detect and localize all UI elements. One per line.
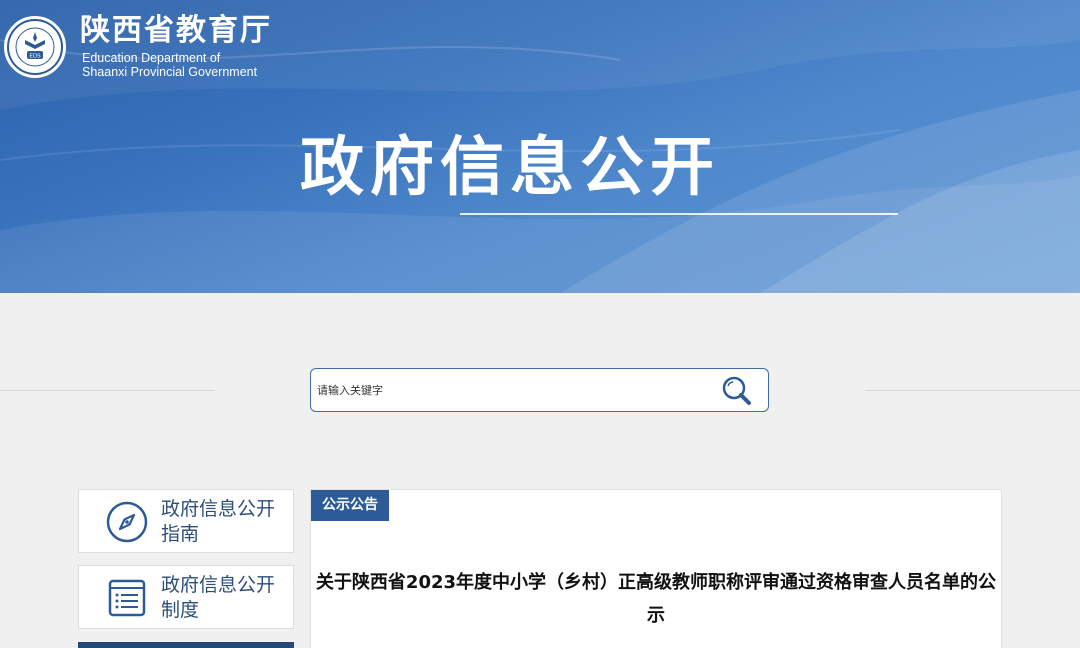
compass-icon [106, 501, 148, 543]
logo-chinese-name: 陕西省教育厅 [80, 13, 272, 48]
page-title: 政府信息公开 [300, 131, 720, 205]
sidebar-item-system[interactable]: 政府信息公开制度 [78, 565, 294, 629]
notice-title[interactable]: 关于陕西省2023年度中小学（乡村）正高级教师职称评审通过资格审查人员名单的公示 [311, 566, 1001, 632]
logo-english-name-line1: Education Department of [82, 51, 221, 65]
notice-panel: 公示公告 关于陕西省2023年度中小学（乡村）正高级教师职称评审通过资格审查人员… [310, 489, 1002, 648]
sidebar-item-label: 政府信息公开制度 [161, 574, 276, 621]
title-underline [460, 213, 898, 215]
logo-seal-icon: EDS [4, 16, 66, 78]
sidebar-item-guide[interactable]: 政府信息公开指南 [78, 489, 294, 553]
sidebar-item-next[interactable] [78, 642, 294, 648]
search-input[interactable] [317, 375, 707, 405]
search-bar [310, 368, 769, 412]
sidebar-item-label: 政府信息公开指南 [161, 498, 276, 545]
search-icon [722, 376, 751, 405]
search-divider-right [865, 390, 1080, 391]
search-button[interactable] [716, 373, 756, 409]
document-list-icon [108, 579, 146, 617]
logo-english-name-line2: Shaanxi Provincial Government [82, 65, 258, 79]
search-divider-left [0, 390, 215, 391]
logo-seal-text: EDS [29, 54, 41, 60]
notice-tab[interactable]: 公示公告 [311, 490, 389, 521]
header-banner: EDS 陕西省教育厅 Education Department of Shaan… [0, 0, 1080, 293]
site-logo[interactable]: EDS 陕西省教育厅 Education Department of Shaan… [4, 14, 294, 80]
